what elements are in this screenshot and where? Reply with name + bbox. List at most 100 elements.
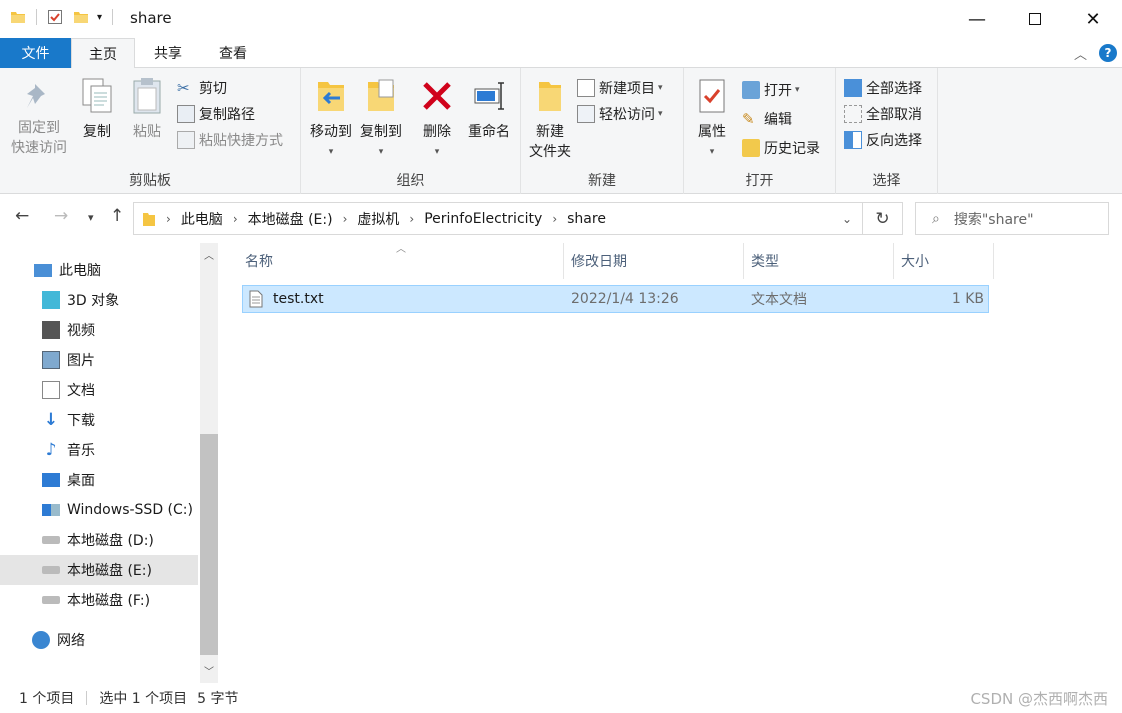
close-button[interactable]: ✕ bbox=[1064, 0, 1122, 38]
column-header-name[interactable]: 名称 bbox=[245, 243, 273, 279]
new-folder-button[interactable]: 新建 文件夹 bbox=[525, 76, 575, 162]
nav-item-d-drive[interactable]: 本地磁盘 (D:) bbox=[0, 525, 198, 555]
cut-button[interactable]: ✂ 剪切 bbox=[177, 76, 227, 100]
scroll-up-icon[interactable]: ︿ bbox=[204, 247, 214, 262]
file-row[interactable]: test.txt 2022/1/4 13:26 文本文档 1 KB bbox=[242, 285, 989, 313]
nav-item-documents[interactable]: 文档 bbox=[0, 375, 198, 405]
copy-path-icon bbox=[177, 105, 195, 123]
file-modified: 2022/1/4 13:26 bbox=[571, 291, 679, 307]
clipboard-group: 固定到 快速访问 复制 粘贴 ✂ 剪切 复制路径 粘贴快捷方式 剪贴板 bbox=[0, 68, 301, 194]
delete-button[interactable]: 删除 ▾ bbox=[417, 76, 457, 162]
column-divider[interactable] bbox=[743, 243, 744, 279]
pin-quick-access-button[interactable]: 固定到 快速访问 bbox=[6, 80, 72, 158]
organize-group-label: 组织 bbox=[396, 173, 425, 189]
column-header-modified[interactable]: 修改日期 bbox=[571, 243, 627, 279]
breadcrumb-vm[interactable]: 虚拟机 bbox=[357, 209, 399, 229]
drive-icon bbox=[42, 536, 60, 544]
address-dropdown-icon[interactable]: ⌄ bbox=[842, 212, 852, 226]
tab-file[interactable]: 文件 bbox=[0, 38, 71, 68]
history-label: 历史记录 bbox=[764, 141, 820, 157]
breadcrumb-separator-icon: › bbox=[342, 211, 348, 226]
open-button[interactable]: 打开 ▾ bbox=[742, 78, 800, 102]
column-divider[interactable] bbox=[993, 243, 994, 279]
nav-item-videos[interactable]: 视频 bbox=[0, 315, 198, 345]
column-header-type[interactable]: 类型 bbox=[751, 243, 779, 279]
refresh-button[interactable]: ↻ bbox=[863, 202, 903, 235]
drive-icon bbox=[42, 566, 60, 574]
windows-drive-icon bbox=[42, 504, 60, 516]
customize-toolbar-chevron-icon[interactable]: ▾ bbox=[97, 12, 102, 23]
history-button[interactable]: 历史记录 bbox=[742, 136, 820, 160]
help-icon[interactable]: ? bbox=[1099, 44, 1117, 62]
nav-label: 网络 bbox=[57, 633, 85, 649]
scroll-down-icon[interactable]: ﹀ bbox=[204, 663, 214, 678]
copy-to-button[interactable]: 复制到 ▾ bbox=[355, 76, 407, 162]
invert-selection-button[interactable]: 反向选择 bbox=[844, 128, 922, 152]
open-chevron-icon: ▾ bbox=[795, 85, 800, 95]
copy-path-button[interactable]: 复制路径 bbox=[177, 102, 255, 126]
paste-shortcut-button[interactable]: 粘贴快捷方式 bbox=[177, 128, 283, 152]
up-button[interactable]: ↑ bbox=[110, 206, 124, 226]
open-label: 打开 bbox=[764, 83, 792, 99]
recent-locations-button[interactable]: ▾ bbox=[88, 211, 94, 224]
computer-icon bbox=[34, 263, 52, 277]
tab-view[interactable]: 查看 bbox=[202, 38, 264, 68]
nav-item-desktop[interactable]: 桌面 bbox=[0, 465, 198, 495]
nav-item-f-drive[interactable]: 本地磁盘 (F:) bbox=[0, 585, 198, 615]
column-header-size[interactable]: 大小 bbox=[901, 243, 929, 279]
paste-shortcut-icon bbox=[177, 131, 195, 149]
breadcrumb-share[interactable]: share bbox=[567, 211, 606, 227]
new-item-button[interactable]: 新建项目 ▾ bbox=[577, 76, 663, 100]
nav-label: 文档 bbox=[67, 383, 95, 399]
file-type: 文本文档 bbox=[751, 292, 807, 308]
column-divider[interactable] bbox=[563, 243, 564, 279]
nav-item-downloads[interactable]: ↓ 下载 bbox=[0, 405, 198, 435]
column-divider[interactable] bbox=[893, 243, 894, 279]
select-all-button[interactable]: 全部选择 bbox=[844, 76, 922, 100]
nav-item-e-drive[interactable]: 本地磁盘 (E:) bbox=[0, 555, 198, 585]
nav-scrollbar[interactable]: ︿ ﹀ bbox=[200, 243, 218, 683]
address-bar[interactable]: › 此电脑 › 本地磁盘 (E:) › 虚拟机 › PerinfoElectri… bbox=[133, 202, 863, 235]
collapse-ribbon-icon[interactable]: ︿ bbox=[1074, 44, 1087, 63]
edit-button[interactable]: ✎ 编辑 bbox=[742, 107, 792, 131]
nav-item-3d-objects[interactable]: 3D 对象 bbox=[0, 285, 198, 315]
tab-home[interactable]: 主页 bbox=[71, 38, 135, 69]
new-folder-icon[interactable] bbox=[73, 9, 89, 25]
nav-item-pictures[interactable]: 图片 bbox=[0, 345, 198, 375]
edit-label: 编辑 bbox=[764, 112, 792, 128]
easy-access-label: 轻松访问 bbox=[599, 107, 655, 123]
nav-item-network[interactable]: 网络 bbox=[0, 625, 198, 655]
easy-access-button[interactable]: 轻松访问 ▾ bbox=[577, 102, 663, 126]
paste-button[interactable]: 粘贴 bbox=[126, 76, 168, 142]
breadcrumb-this-pc[interactable]: 此电脑 bbox=[181, 209, 223, 229]
scissors-icon: ✂ bbox=[177, 79, 190, 97]
move-to-button[interactable]: 移动到 ▾ bbox=[305, 76, 357, 162]
search-input[interactable]: ⌕ 搜索"share" bbox=[915, 202, 1109, 235]
nav-scrollbar-thumb[interactable] bbox=[200, 434, 218, 655]
copy-path-label: 复制路径 bbox=[199, 107, 255, 123]
rename-button[interactable]: 重命名 bbox=[463, 76, 515, 142]
select-none-button[interactable]: 全部取消 bbox=[844, 102, 922, 126]
minimize-button[interactable]: — bbox=[948, 0, 1006, 38]
breadcrumb-drive-e[interactable]: 本地磁盘 (E:) bbox=[248, 209, 333, 229]
nav-item-music[interactable]: ♪ 音乐 bbox=[0, 435, 198, 465]
back-button[interactable]: ← bbox=[15, 206, 29, 226]
tab-share[interactable]: 共享 bbox=[137, 38, 199, 68]
nav-item-this-pc[interactable]: 此电脑 bbox=[0, 255, 198, 285]
maximize-button[interactable] bbox=[1006, 0, 1064, 38]
ribbon-tabs: 文件 主页 共享 查看 ︿ ? bbox=[0, 38, 1122, 69]
easy-access-icon bbox=[577, 105, 595, 123]
forward-button[interactable]: → bbox=[54, 206, 68, 226]
status-bar: 1 个项目 选中 1 个项目 5 字节 bbox=[0, 683, 1122, 713]
properties-button[interactable]: 属性 ▾ bbox=[690, 76, 734, 162]
move-to-icon bbox=[318, 82, 344, 111]
properties-check-icon[interactable] bbox=[47, 9, 63, 25]
copy-to-chevron-icon: ▾ bbox=[378, 147, 384, 157]
nav-item-c-drive[interactable]: Windows-SSD (C:) bbox=[0, 495, 198, 525]
window-title: share bbox=[130, 9, 172, 27]
copy-button[interactable]: 复制 bbox=[76, 76, 118, 142]
move-to-chevron-icon: ▾ bbox=[328, 147, 334, 157]
breadcrumb-perinfo[interactable]: PerinfoElectricity bbox=[424, 211, 542, 227]
new-group-label: 新建 bbox=[588, 173, 616, 189]
close-icon: ✕ bbox=[1085, 8, 1101, 30]
